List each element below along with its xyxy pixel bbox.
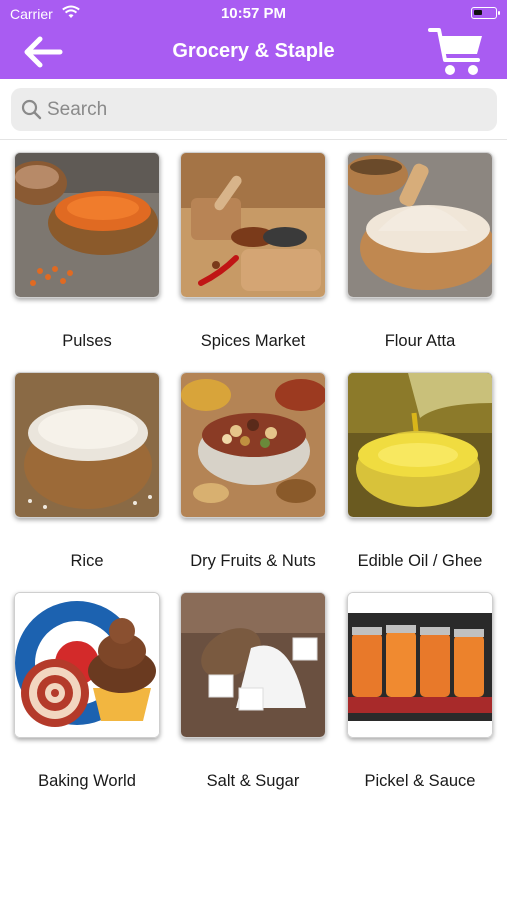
category-tile-baking-world[interactable]: Baking World bbox=[0, 580, 166, 790]
search-icon bbox=[21, 99, 42, 120]
category-tile-rice[interactable]: Rice bbox=[0, 360, 166, 570]
category-tile-edible-oil-ghee[interactable]: Edible Oil / Ghee bbox=[333, 360, 499, 570]
search-input[interactable] bbox=[47, 94, 487, 125]
category-tile-spices-market[interactable]: Spices Market bbox=[166, 140, 332, 350]
cart-icon bbox=[428, 28, 482, 75]
spices-image bbox=[180, 152, 326, 298]
salt-sugar-image bbox=[180, 592, 326, 738]
status-bar: Carrier 10:57 PM bbox=[0, 0, 507, 28]
flour-image bbox=[347, 152, 493, 298]
oil-image bbox=[347, 372, 493, 518]
category-tile-salt-sugar[interactable]: Salt & Sugar bbox=[166, 580, 332, 790]
app-header: Carrier 10:57 PM Grocery & Staple bbox=[0, 0, 507, 79]
category-tile-pickel-sauce[interactable]: Pickel & Sauce bbox=[333, 580, 499, 790]
category-label: Dry Fruits & Nuts bbox=[190, 552, 316, 570]
cart-button[interactable] bbox=[428, 26, 486, 78]
category-label: Flour Atta bbox=[384, 332, 456, 350]
search-bar-container bbox=[0, 79, 507, 140]
category-tile-pulses[interactable]: Pulses bbox=[0, 140, 166, 350]
category-tile-dry-fruits-nuts[interactable]: Dry Fruits & Nuts bbox=[166, 360, 332, 570]
category-label: Baking World bbox=[38, 772, 136, 790]
category-tile-flour-atta[interactable]: Flour Atta bbox=[333, 140, 499, 350]
category-label: Edible Oil / Ghee bbox=[357, 552, 483, 570]
baking-image bbox=[14, 592, 160, 738]
category-label: Pickel & Sauce bbox=[364, 772, 476, 790]
battery-icon bbox=[471, 7, 500, 19]
category-label: Pulses bbox=[62, 332, 112, 350]
category-label: Spices Market bbox=[200, 332, 306, 350]
pickle-image bbox=[347, 592, 493, 738]
search-bar[interactable] bbox=[11, 88, 497, 131]
category-label: Rice bbox=[70, 552, 104, 570]
dry-fruits-image bbox=[180, 372, 326, 518]
pulses-image bbox=[14, 152, 160, 298]
category-label: Salt & Sugar bbox=[206, 772, 300, 790]
rice-image bbox=[14, 372, 160, 518]
status-time: 10:57 PM bbox=[220, 5, 287, 22]
